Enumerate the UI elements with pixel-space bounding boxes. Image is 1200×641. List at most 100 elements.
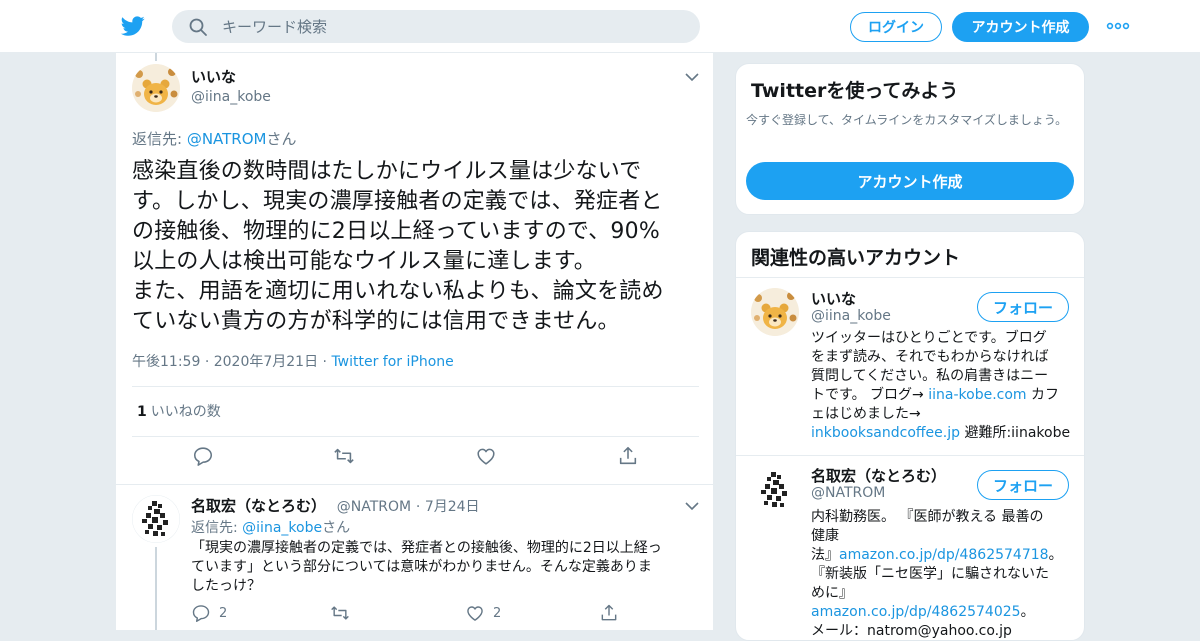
divider [736,455,1084,456]
signup-card-button[interactable]: アカウント作成 [746,162,1074,200]
reply-icon[interactable] [191,603,211,623]
tweet-text-line: す。しかし、現実の濃厚接触者の定義では、発症者と [132,189,663,214]
bio-line: ェはじめました→ [811,406,921,422]
divider [736,277,1084,278]
signup-card-title: Twitterを使ってみよう [751,80,959,102]
meta-dot: · [204,354,214,370]
bio-link[interactable]: amazon.co.jp/dp/4862574025 [811,604,1021,620]
avatar[interactable] [132,64,180,112]
twitter-bird-icon[interactable] [120,14,146,38]
avatar[interactable] [132,495,180,543]
account-handle[interactable]: @NATROM [811,485,885,501]
bio-line: 『新装版「ニセ医学」に騙されないた [811,566,1049,582]
bio-text: 避難所:iinakobe [960,425,1071,441]
tweet-actions [116,445,713,477]
divider [132,436,699,437]
chevron-down-icon[interactable] [685,72,699,82]
like-count: 1 [137,404,147,420]
bio-line: ツイッターはひとりごとです。ブログ [811,330,1047,346]
tweet-text-line: 「現実の濃厚接触者の定義では、発症者との接触後、物理的に2日以上経っ [191,540,662,556]
search-box[interactable] [172,10,700,43]
tweet-text-line: の接触後、物理的に2日以上経っていますので、90% [132,219,660,244]
reply-to-link[interactable]: @iina_kobe [242,520,322,536]
author-name[interactable]: いいな [191,66,236,87]
bio-line: inkbooksandcoffee.jp 避難所:iinakobe [811,424,1073,443]
avatar[interactable] [751,288,799,336]
tweet-text-line: また、用語を適切に用いれない私よりも、論文を読め [132,279,664,304]
reply-prefix: 返信先: [132,130,187,148]
meta-dot: · [415,499,425,515]
bio-line: 法』amazon.co.jp/dp/4862574718。 [811,546,1073,565]
bio-line: トです。 ブログ→ iina-kobe.com カフ [811,386,1073,405]
author-handle[interactable]: @NATROM [337,499,411,515]
bio-text: めに』 [811,585,853,601]
bio-line: めに』 amazon.co.jp/dp/4862574025。 [811,584,1073,622]
author-handle[interactable]: @iina_kobe [191,89,271,105]
chevron-down-icon[interactable] [685,501,699,511]
tweet-source-link[interactable]: Twitter for iPhone [331,354,453,370]
retweet-icon[interactable] [333,445,355,467]
tweet-separator [116,484,713,485]
bio-text: 。 [1020,604,1035,620]
follow-button[interactable]: フォロー [977,470,1069,500]
bear-avatar-icon [132,64,180,112]
related-accounts-card: 関連性の高いアカウント いいな @iina_kobe フォロー ツイッターはひと… [735,231,1085,641]
like-count: 2 [493,606,502,621]
signup-card: Twitterを使ってみよう 今すぐ登録して、タイムラインをカスタマイズしましょ… [735,63,1085,215]
avatar[interactable] [751,466,799,514]
reply-to-link[interactable]: @NATROM [187,130,267,148]
tweet-date[interactable]: 7月24日 [425,499,480,515]
tweet-text: 「現実の濃厚接触者の定義では、発症者との接触後、物理的に2日以上経っ ています」… [191,539,701,596]
tweet-actions: 2 2 [191,603,701,625]
tweet-text-line: ています」という部分については意味がわかりません。そんな定義ありま [191,559,652,575]
share-icon[interactable] [599,603,619,623]
bear-avatar-icon [751,288,799,336]
reply-header: 名取宏（なとろむ） @NATROM · 7月24日 [191,495,480,516]
bio-line: をまず読み、それでもわからなければ [811,349,1049,365]
reply-icon[interactable] [192,445,214,467]
account-bio: 内科勤務医。 『医師が教える 最善の 健康 法』amazon.co.jp/dp/… [811,508,1073,640]
bio-link[interactable]: inkbooksandcoffee.jp [811,425,960,441]
fractal-avatar-icon [751,466,799,514]
likes-stat[interactable]: 1 いいねの数 [137,401,221,421]
retweet-icon[interactable] [330,603,350,623]
tweet-text: 感染直後の数時間はたしかにウイルス量は少ないで す。しかし、現実の濃厚接触者の定… [132,157,702,337]
account-bio: ツイッターはひとりごとです。ブログ をまず読み、それでもわからなければ 質問して… [811,329,1073,443]
reply-suffix: さん [266,130,297,148]
divider [132,386,699,387]
signup-card-subtitle: 今すぐ登録して、タイムラインをカスタマイズしましょう。 [746,113,1068,127]
bio-text: トです。 ブログ→ [811,387,929,403]
signup-button[interactable]: アカウント作成 [952,12,1089,42]
author-name[interactable]: 名取宏（なとろむ） [191,497,326,515]
tweet-meta: 午後11:59 · 2020年7月21日 · Twitter for iPhon… [132,351,454,371]
fractal-avatar-icon [132,495,180,543]
related-accounts-title: 関連性の高いアカウント [751,247,961,269]
bio-line: メール：natrom@yahoo.co.jp [811,623,1012,639]
follow-button[interactable]: フォロー [977,292,1069,322]
reply-context: 返信先: @iina_kobeさん [191,517,350,537]
reply-prefix: 返信先: [191,520,243,536]
more-icon[interactable] [1106,18,1130,34]
thread-line [155,547,157,630]
tweet-time[interactable]: 午後11:59 [132,354,200,370]
bio-link[interactable]: amazon.co.jp/dp/4862574718 [839,547,1049,563]
thread-line [155,53,157,61]
like-count-label: いいねの数 [150,404,221,420]
search-icon [189,18,207,36]
account-name[interactable]: 名取宏（なとろむ） [811,465,946,486]
share-icon[interactable] [617,445,639,467]
top-bar: ログイン アカウント作成 [0,0,1200,53]
reply-context: 返信先: @NATROMさん [132,128,297,149]
tweet-date[interactable]: 2020年7月21日 [214,354,318,370]
account-name[interactable]: いいな [811,288,856,309]
like-icon[interactable] [475,445,497,467]
search-input[interactable] [222,10,682,43]
tweet-text-line: したっけ？ [191,578,261,594]
like-icon[interactable] [465,603,485,623]
tweet-text-line: 感染直後の数時間はたしかにウイルス量は少ないで [132,159,642,184]
bio-text: 法』 [811,547,839,563]
account-handle[interactable]: @iina_kobe [811,308,891,324]
bio-text: カフ [1026,387,1059,403]
bio-link[interactable]: iina-kobe.com [928,387,1026,403]
login-button[interactable]: ログイン [850,12,942,42]
